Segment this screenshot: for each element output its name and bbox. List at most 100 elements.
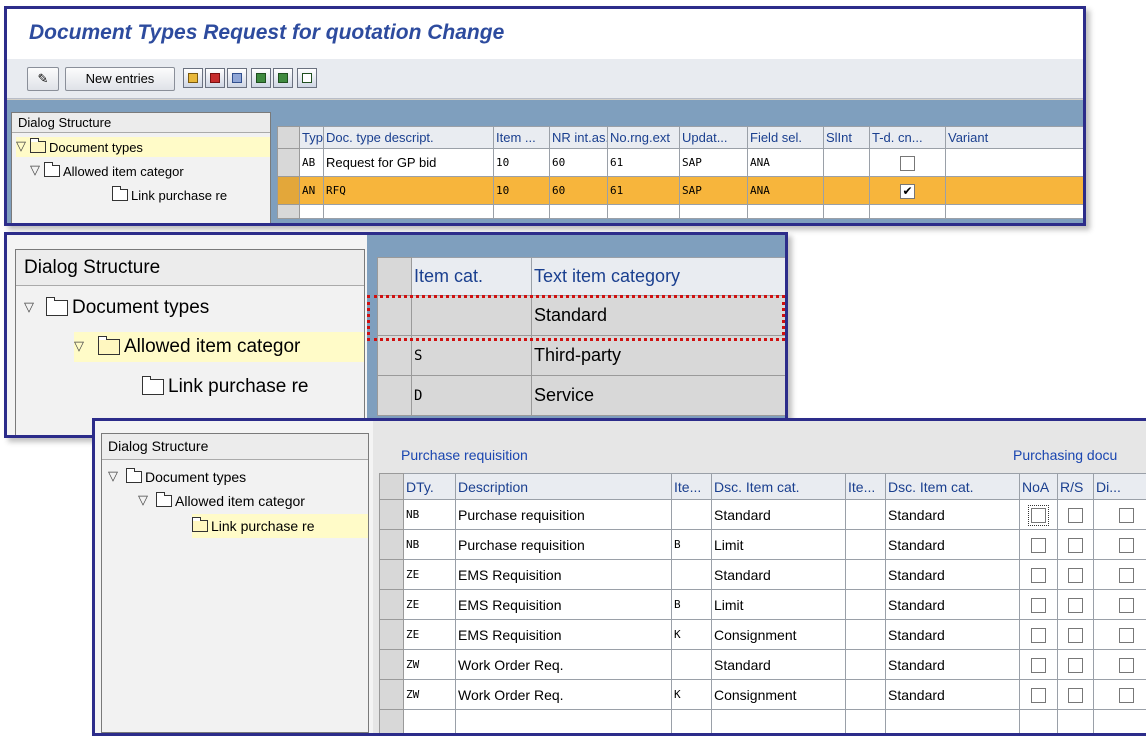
item-cat-cell[interactable] <box>846 500 886 530</box>
col-header[interactable]: Field sel. <box>748 127 824 149</box>
item-cat-cell[interactable] <box>672 650 712 680</box>
row-selector[interactable] <box>380 590 404 620</box>
di-checkbox[interactable] <box>1119 568 1134 583</box>
rs-checkbox[interactable] <box>1068 538 1083 553</box>
row-selector[interactable] <box>380 500 404 530</box>
row-selector[interactable] <box>278 205 300 219</box>
expand-triangle-icon[interactable] <box>24 302 46 314</box>
select-all-cell[interactable] <box>278 127 300 149</box>
dsc-item-cat-cell[interactable]: Standard <box>886 590 1020 620</box>
col-header[interactable]: Doc. type descript. <box>324 127 494 149</box>
item-cell[interactable]: 10 <box>494 177 550 205</box>
dsc-item-cat-cell[interactable]: Consignment <box>712 680 846 710</box>
update-cell[interactable]: SAP <box>680 177 748 205</box>
display-change-icon[interactable]: ✎ <box>27 67 59 91</box>
copy-icon[interactable] <box>183 68 203 88</box>
di-checkbox[interactable] <box>1119 538 1134 553</box>
table-row[interactable]: ZEEMS RequisitionStandardStandard <box>380 560 1146 590</box>
dsc-item-cat-cell[interactable]: Standard <box>886 650 1020 680</box>
row-selector[interactable] <box>278 177 300 205</box>
table-row[interactable]: NBPurchase requisitionBLimitStandard <box>380 530 1146 560</box>
desc-cell[interactable]: Work Order Req. <box>456 680 672 710</box>
expand-triangle-icon[interactable] <box>74 341 98 353</box>
dty-cell[interactable]: ZE <box>404 560 456 590</box>
rs-checkbox[interactable] <box>1068 628 1083 643</box>
dty-cell[interactable]: ZE <box>404 620 456 650</box>
desc-cell[interactable]: EMS Requisition <box>456 590 672 620</box>
item-cell[interactable]: 10 <box>494 149 550 177</box>
table-row[interactable]: AB Request for GP bid 10 60 61 SAP ANA <box>278 149 1087 177</box>
desc-cell[interactable]: Purchase requisition <box>456 530 672 560</box>
col-header[interactable]: T-d. cn... <box>870 127 946 149</box>
col-header[interactable]: Description <box>456 474 672 500</box>
noa-checkbox[interactable] <box>1031 658 1046 673</box>
expand-triangle-icon[interactable] <box>108 471 126 483</box>
col-header[interactable]: DTy. <box>404 474 456 500</box>
row-selector[interactable] <box>380 620 404 650</box>
desc-cell[interactable]: Request for GP bid <box>324 149 494 177</box>
table-row[interactable]: S Third-party <box>378 336 788 376</box>
table-row[interactable]: D Service <box>378 376 788 416</box>
item-cat-cell[interactable] <box>672 500 712 530</box>
update-cell[interactable]: SAP <box>680 149 748 177</box>
nr-int-cell[interactable]: 60 <box>550 149 608 177</box>
di-checkbox[interactable] <box>1119 508 1134 523</box>
tree-item-link-purchase-req[interactable]: Link purchase re <box>192 514 368 538</box>
nr-int-cell[interactable]: 60 <box>550 177 608 205</box>
table-row[interactable]: ZEEMS RequisitionKConsignmentStandard <box>380 620 1146 650</box>
expand-triangle-icon[interactable] <box>16 141 30 153</box>
col-header[interactable]: No.rng.ext <box>608 127 680 149</box>
rs-checkbox[interactable] <box>1068 568 1083 583</box>
row-selector[interactable] <box>278 149 300 177</box>
dsc-item-cat-cell[interactable]: Standard <box>712 500 846 530</box>
noa-checkbox[interactable] <box>1031 568 1046 583</box>
tree-item-document-types[interactable]: Document types <box>16 137 270 157</box>
di-checkbox[interactable] <box>1119 688 1134 703</box>
col-header[interactable]: Dsc. Item cat. <box>886 474 1020 500</box>
row-selector[interactable] <box>378 336 412 376</box>
slint-cell[interactable] <box>824 149 870 177</box>
col-header[interactable]: Dsc. Item cat. <box>712 474 846 500</box>
desc-cell[interactable]: EMS Requisition <box>456 620 672 650</box>
item-cat-cell[interactable] <box>846 590 886 620</box>
tree-item-allowed-item-categories[interactable]: Allowed item categor <box>138 490 305 512</box>
type-cell[interactable]: AB <box>300 149 324 177</box>
dty-cell[interactable]: ZW <box>404 680 456 710</box>
tree-item-allowed-item-categories[interactable]: Allowed item categor <box>74 332 364 362</box>
item-cat-cell[interactable] <box>846 680 886 710</box>
td-checkbox[interactable] <box>900 156 915 171</box>
select-block-icon[interactable] <box>273 68 293 88</box>
item-cat-cell[interactable]: D <box>412 376 532 416</box>
item-cat-cell[interactable] <box>846 650 886 680</box>
tree-item-document-types[interactable]: Document types <box>108 466 246 488</box>
nr-ext-cell[interactable]: 61 <box>608 149 680 177</box>
item-cat-cell[interactable] <box>672 560 712 590</box>
col-header[interactable]: Type <box>300 127 324 149</box>
desc-cell[interactable]: Purchase requisition <box>456 500 672 530</box>
row-selector[interactable] <box>380 680 404 710</box>
desc-cell[interactable]: RFQ <box>324 177 494 205</box>
nr-ext-cell[interactable]: 61 <box>608 177 680 205</box>
rs-checkbox[interactable] <box>1068 508 1083 523</box>
col-header[interactable]: Item cat. <box>412 258 532 296</box>
slint-cell[interactable] <box>824 177 870 205</box>
di-checkbox[interactable] <box>1119 598 1134 613</box>
text-cell[interactable]: Service <box>532 376 788 416</box>
row-selector[interactable] <box>380 530 404 560</box>
item-cat-cell[interactable] <box>846 530 886 560</box>
item-cat-cell[interactable] <box>846 560 886 590</box>
rs-checkbox[interactable] <box>1068 598 1083 613</box>
item-cat-cell[interactable]: B <box>672 530 712 560</box>
dsc-item-cat-cell[interactable]: Standard <box>886 620 1020 650</box>
tree-item-link-purchase-req[interactable]: Link purchase re <box>142 372 308 402</box>
dsc-item-cat-cell[interactable]: Standard <box>886 500 1020 530</box>
dty-cell[interactable]: NB <box>404 500 456 530</box>
dsc-item-cat-cell[interactable]: Standard <box>712 560 846 590</box>
variant-cell[interactable] <box>946 149 1087 177</box>
dsc-item-cat-cell[interactable]: Standard <box>712 650 846 680</box>
col-header[interactable]: Text item category <box>532 258 788 296</box>
field-sel-cell[interactable]: ANA <box>748 177 824 205</box>
col-header[interactable]: Ite... <box>846 474 886 500</box>
noa-checkbox[interactable] <box>1031 598 1046 613</box>
row-selector[interactable] <box>378 376 412 416</box>
